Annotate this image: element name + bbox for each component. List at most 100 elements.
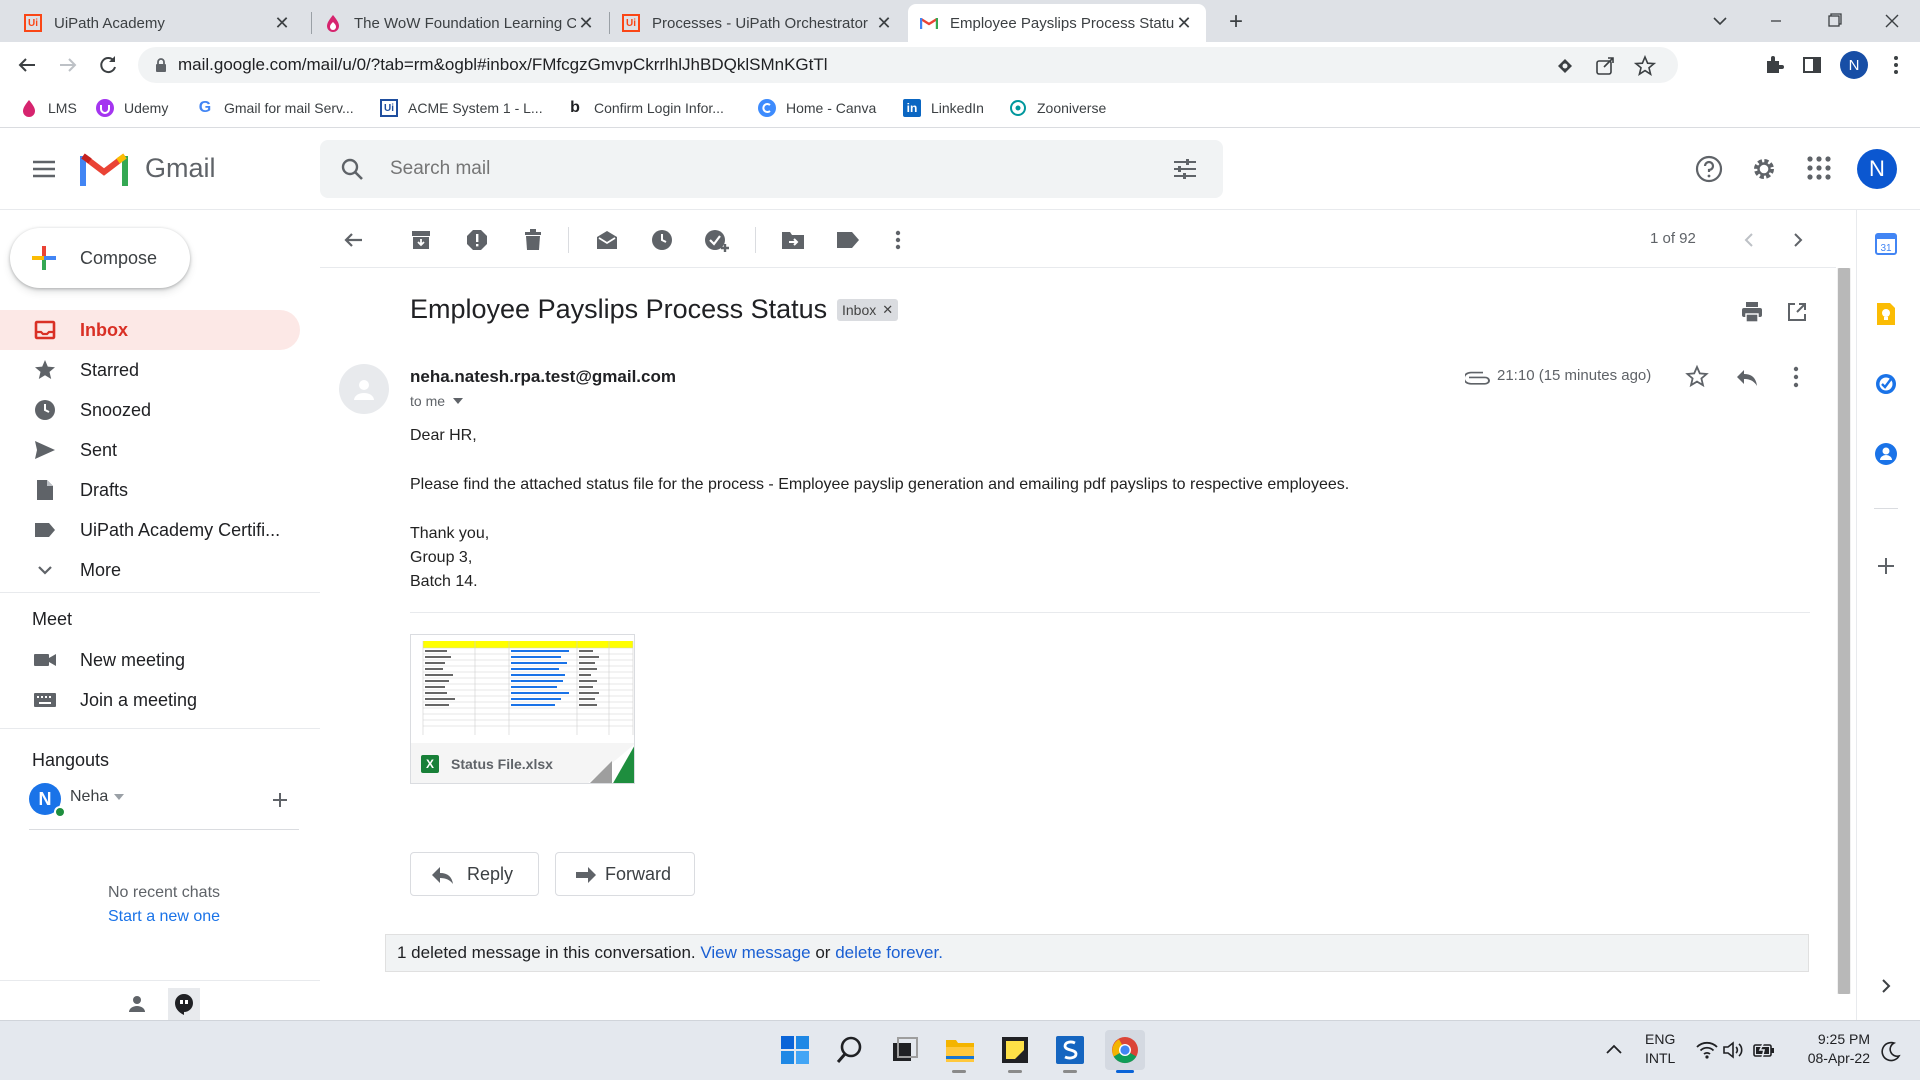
bookmark-gmail-for-mail[interactable]: G Gmail for mail Serv...: [196, 96, 354, 120]
share-icon[interactable]: [1594, 55, 1616, 77]
system-clock[interactable]: 9:25 PM 08-Apr-22: [1790, 1031, 1870, 1066]
bookmark-star-icon[interactable]: [1634, 55, 1656, 77]
volume-speaker-icon[interactable]: [1722, 1040, 1744, 1060]
file-explorer-icon[interactable]: [940, 1030, 980, 1070]
bookmark-linkedin[interactable]: in LinkedIn: [903, 96, 984, 120]
task-view-icon[interactable]: [885, 1030, 925, 1070]
add-to-tasks-icon[interactable]: [702, 225, 732, 255]
new-conversation-plus-icon[interactable]: [270, 790, 290, 810]
star-email-icon[interactable]: [1684, 364, 1710, 390]
show-hidden-icons-chevron-icon[interactable]: [1604, 1042, 1624, 1056]
labels-tag-icon[interactable]: [833, 225, 863, 255]
browser-tab-uipath-academy[interactable]: Ui UiPath Academy ✕: [12, 4, 304, 42]
lock-icon[interactable]: [152, 56, 170, 74]
new-tab-icon[interactable]: +: [1222, 8, 1250, 36]
report-spam-icon[interactable]: [462, 225, 492, 255]
bookmark-zooniverse[interactable]: Zooniverse: [1009, 96, 1106, 120]
mark-as-unread-icon[interactable]: [592, 225, 622, 255]
help-icon[interactable]: [1695, 155, 1723, 183]
taskbar-search-icon[interactable]: [830, 1030, 870, 1070]
snooze-clock-icon[interactable]: [647, 225, 677, 255]
show-side-panel-chevron-icon[interactable]: [1868, 968, 1904, 1004]
content-scrollbar-track[interactable]: [1837, 268, 1851, 994]
print-icon[interactable]: [1740, 300, 1764, 324]
battery-charging-icon[interactable]: [1752, 1040, 1776, 1060]
search-options-icon[interactable]: [1172, 157, 1198, 181]
google-calendar-icon[interactable]: 31: [1868, 226, 1904, 262]
view-site-info-icon[interactable]: [1554, 55, 1576, 77]
view-message-link[interactable]: View message: [700, 943, 810, 963]
input-language-indicator[interactable]: ENG INTL: [1645, 1031, 1675, 1066]
close-tab-icon[interactable]: ✕: [576, 13, 596, 33]
bookmark-canva[interactable]: Home - Canva: [758, 96, 876, 120]
content-scrollbar-thumb[interactable]: [1838, 268, 1850, 994]
hangouts-chat-icon[interactable]: [168, 988, 200, 1020]
wifi-icon[interactable]: [1695, 1040, 1719, 1060]
nav-drafts[interactable]: Drafts: [0, 470, 300, 510]
back-to-inbox-icon[interactable]: [338, 225, 368, 255]
remove-label-icon[interactable]: ✕: [882, 302, 893, 318]
url-text[interactable]: mail.google.com/mail/u/0/?tab=rm&ogbl#in…: [178, 55, 828, 75]
close-tab-icon[interactable]: ✕: [1174, 13, 1194, 33]
minimize-window-icon[interactable]: [1762, 8, 1790, 34]
forward-arrow-icon[interactable]: [55, 52, 81, 78]
settings-gear-icon[interactable]: [1750, 155, 1778, 183]
bookmark-udemy[interactable]: Udemy: [96, 96, 168, 120]
sender-email[interactable]: neha.natesh.rpa.test@gmail.com: [410, 367, 676, 387]
address-bar[interactable]: mail.google.com/mail/u/0/?tab=rm&ogbl#in…: [138, 47, 1678, 83]
close-window-icon[interactable]: [1878, 8, 1906, 34]
extensions-puzzle-icon[interactable]: [1762, 53, 1786, 77]
chrome-taskbar-icon[interactable]: [1105, 1030, 1145, 1070]
recipient-line[interactable]: to me: [410, 393, 464, 409]
open-in-new-window-icon[interactable]: [1785, 300, 1809, 324]
move-to-icon[interactable]: [778, 225, 808, 255]
search-icon[interactable]: [340, 157, 364, 181]
browser-tab-wow-foundation[interactable]: The WoW Foundation Learning C ✕: [312, 4, 608, 42]
search-input[interactable]: [390, 154, 1090, 184]
delete-forever-link[interactable]: delete forever.: [835, 943, 943, 963]
search-bar[interactable]: [320, 140, 1223, 198]
bookmark-acme-system[interactable]: Ui ACME System 1 - L...: [380, 96, 543, 120]
get-add-ons-plus-icon[interactable]: [1868, 548, 1904, 584]
forward-button[interactable]: Forward: [555, 852, 695, 896]
older-chevron-right-icon[interactable]: [1785, 227, 1811, 253]
gmail-logo-icon[interactable]: [80, 150, 128, 188]
nav-inbox[interactable]: Inbox: [0, 310, 300, 350]
browser-tab-orchestrator[interactable]: Ui Processes - UiPath Orchestrator ✕: [610, 4, 906, 42]
sender-avatar[interactable]: [339, 364, 389, 414]
google-keep-icon[interactable]: [1868, 296, 1904, 332]
delete-trash-icon[interactable]: [518, 225, 548, 255]
notifications-moon-icon[interactable]: [1880, 1040, 1902, 1062]
compose-button[interactable]: Compose: [10, 228, 190, 288]
archive-icon[interactable]: [406, 225, 436, 255]
bookmark-lms[interactable]: LMS: [20, 96, 77, 120]
reply-arrow-icon[interactable]: [1734, 364, 1760, 390]
browser-tab-gmail-active[interactable]: Employee Payslips Process Statu ✕: [908, 4, 1206, 42]
attachment-card[interactable]: X Status File.xlsx: [410, 634, 635, 784]
contacts-person-icon[interactable]: [125, 992, 149, 1016]
main-menu-icon[interactable]: [30, 155, 58, 183]
windows-start-icon[interactable]: [775, 1030, 815, 1070]
close-tab-icon[interactable]: ✕: [272, 13, 292, 33]
sticky-notes-icon[interactable]: [995, 1030, 1035, 1070]
account-avatar[interactable]: N: [1857, 149, 1897, 189]
nav-sent[interactable]: Sent: [0, 430, 300, 470]
restore-window-icon[interactable]: [1820, 8, 1848, 34]
meet-new-meeting[interactable]: New meeting: [0, 640, 300, 680]
browser-menu-icon[interactable]: [1884, 53, 1908, 77]
back-arrow-icon[interactable]: [14, 52, 40, 78]
nav-more[interactable]: More: [0, 550, 300, 590]
meet-join-meeting[interactable]: Join a meeting: [0, 680, 300, 720]
nav-starred[interactable]: Starred: [0, 350, 300, 390]
side-panel-icon[interactable]: [1800, 53, 1824, 77]
tab-search-chevron-icon[interactable]: [1706, 8, 1734, 34]
google-apps-icon[interactable]: [1806, 155, 1832, 181]
message-more-options-icon[interactable]: [1783, 364, 1809, 390]
bookmark-confirm-login[interactable]: b Confirm Login Infor...: [566, 96, 724, 120]
newer-chevron-left-icon[interactable]: [1736, 227, 1762, 253]
reload-icon[interactable]: [95, 52, 121, 78]
close-tab-icon[interactable]: ✕: [874, 13, 894, 33]
recipient-details-dropdown-icon[interactable]: [453, 398, 464, 404]
more-options-icon[interactable]: [883, 225, 913, 255]
nav-snoozed[interactable]: Snoozed: [0, 390, 300, 430]
